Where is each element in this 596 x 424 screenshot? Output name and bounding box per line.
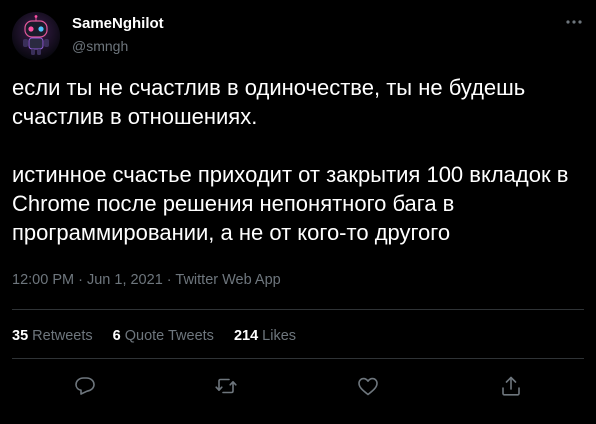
likes-stat[interactable]: 214 Likes <box>234 328 296 344</box>
tweet-paragraph: если ты не счастлив в одиночестве, ты не… <box>12 75 526 129</box>
retweet-icon <box>215 378 237 394</box>
like-button[interactable] <box>356 374 382 400</box>
robot-avatar-icon <box>12 12 60 60</box>
share-icon <box>502 376 520 396</box>
tweet-source[interactable]: Twitter Web App <box>175 272 280 288</box>
like-icon <box>358 377 378 396</box>
reply-icon <box>75 377 95 395</box>
author-name[interactable]: SameNghilot <box>72 15 164 32</box>
share-button[interactable] <box>499 374 525 400</box>
retweets-count: 35 <box>12 328 29 344</box>
tweet-text: если ты не счастлив в одиночестве, ты не… <box>12 73 584 247</box>
avatar[interactable] <box>12 12 60 60</box>
tweet-stats: 35 Retweets 6 Quote Tweets 214 Likes <box>12 328 316 344</box>
likes-count: 214 <box>233 328 259 344</box>
quote-tweets-label: Quote Tweets <box>124 328 214 344</box>
author-handle[interactable]: @smngh <box>72 38 128 54</box>
meta-separator: · <box>74 272 87 288</box>
quote-tweets-stat[interactable]: 6 Quote Tweets <box>113 328 214 344</box>
retweets-stat[interactable]: 35 Retweets <box>12 328 93 344</box>
tweet-paragraph: истинное счастье приходит от закрытия 10… <box>12 162 569 245</box>
more-dots-icon <box>566 20 582 24</box>
retweet-button[interactable] <box>214 374 240 400</box>
action-bar <box>0 374 596 400</box>
quote-tweets-count: 6 <box>112 328 121 344</box>
divider <box>12 309 584 310</box>
tweet: SameNghilot @smngh если ты не счастлив в… <box>0 0 596 424</box>
likes-label: Likes <box>262 328 297 344</box>
meta-separator: · <box>162 272 176 288</box>
tweet-date[interactable]: Jun 1, 2021 <box>87 272 163 288</box>
reply-button[interactable] <box>73 374 99 400</box>
divider <box>12 358 584 359</box>
more-options-button[interactable] <box>560 10 588 34</box>
tweet-meta: 12:00 PM · Jun 1, 2021 · Twitter Web App <box>12 272 281 288</box>
retweets-label: Retweets <box>32 328 93 344</box>
tweet-time[interactable]: 12:00 PM <box>12 272 74 288</box>
